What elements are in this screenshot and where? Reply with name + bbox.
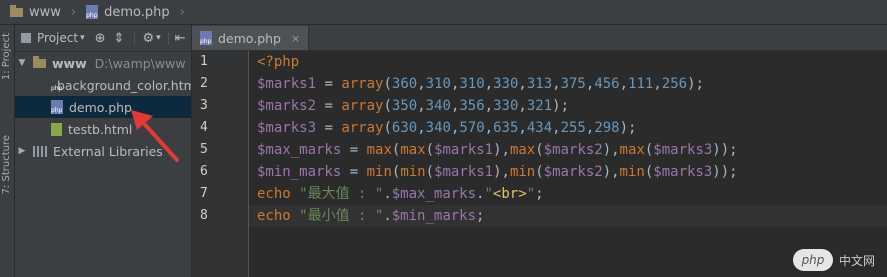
project-view-dropdown[interactable]: Project — [37, 31, 78, 45]
folder-icon — [10, 4, 23, 17]
structure-tool-button[interactable]: 7: Structure — [1, 135, 12, 194]
collapse-icon[interactable]: ⇕ — [114, 31, 125, 46]
line-number: 7 — [200, 186, 208, 201]
tab-label: demo.php — [218, 30, 281, 46]
line-number: 1 — [200, 54, 208, 69]
project-tool-button[interactable]: 1: Project — [1, 33, 12, 80]
tree-item-project-root[interactable]: ▼ www D:\wamp\www — [15, 52, 191, 74]
annotation-arrow — [131, 110, 179, 162]
code-line[interactable]: <?php — [249, 51, 887, 73]
hide-panel-icon[interactable]: ⇤ — [175, 31, 186, 46]
line-number: 8 — [200, 208, 208, 223]
close-icon[interactable]: × — [291, 32, 300, 45]
line-number: 5 — [200, 142, 208, 157]
toolbar-divider: | — [132, 31, 137, 45]
tool-window-stripe: 1: Project 7: Structure — [0, 25, 15, 277]
tree-item-label: www — [52, 55, 87, 71]
code-editor: php demo.php × 1 2 3 4 5 6 7 8 <?php $ma… — [192, 25, 887, 277]
tree-item-path: D:\wamp\www — [94, 55, 186, 71]
tree-item-label: demo.php — [69, 99, 132, 115]
watermark: php 中文网 — [792, 249, 875, 271]
library-icon — [33, 145, 47, 157]
chevron-down-icon[interactable]: ▾ — [156, 33, 161, 43]
code-line-current[interactable]: echo "最小值 : ".$min_marks; — [249, 205, 887, 227]
navigation-bar: www › php demo.php › — [0, 0, 887, 25]
php-file-icon: php — [51, 100, 63, 114]
breadcrumb-project[interactable]: www — [0, 0, 65, 24]
expand-arrow-icon[interactable]: ▼ — [17, 58, 27, 68]
tree-item-label: background_color.html — [57, 77, 192, 93]
breadcrumb-file[interactable]: php demo.php — [82, 0, 174, 24]
breadcrumb-project-label: www — [29, 4, 61, 20]
code-line[interactable]: $min_marks = min(min($marks1),min($marks… — [249, 161, 887, 183]
html-file-icon — [51, 122, 62, 136]
breadcrumb-file-label: demo.php — [104, 4, 170, 20]
tree-item-file[interactable]: php background_color.html — [15, 74, 191, 96]
line-number: 3 — [200, 98, 208, 113]
code-line[interactable]: $marks2 = array(350,340,356,330,321); — [249, 95, 887, 117]
watermark-logo: php — [792, 249, 833, 271]
chevron-down-icon[interactable]: ▾ — [80, 33, 85, 43]
php-file-icon: php — [200, 31, 212, 45]
tree-item-label: testb.html — [68, 121, 133, 137]
line-number-gutter: 1 2 3 4 5 6 7 8 — [192, 51, 249, 277]
line-number: 4 — [200, 120, 208, 135]
code-line[interactable]: $marks1 = array(360,310,310,330,313,375,… — [249, 73, 887, 95]
folder-icon — [33, 55, 46, 68]
expand-arrow-icon[interactable]: ▶ — [17, 146, 27, 156]
code-line[interactable]: echo "最大值 : ".$max_marks."<br>"; — [249, 183, 887, 205]
project-toolbar: Project ▾ ⊕ ⇕ | ⚙ ▾ | ⇤ — [15, 25, 191, 52]
php-file-icon: php — [86, 5, 99, 19]
line-number: 6 — [200, 164, 208, 179]
editor-tab-bar: php demo.php × — [192, 25, 887, 51]
project-view-icon — [21, 33, 31, 43]
gear-icon[interactable]: ⚙ — [142, 31, 154, 46]
target-icon[interactable]: ⊕ — [95, 31, 106, 46]
code-line[interactable]: $marks3 = array(630,340,570,635,434,255,… — [249, 117, 887, 139]
tab-demo-php[interactable]: php demo.php × — [192, 26, 310, 50]
watermark-text: 中文网 — [838, 253, 875, 268]
line-number: 2 — [200, 76, 208, 91]
code-area[interactable]: <?php $marks1 = array(360,310,310,330,31… — [249, 51, 887, 277]
breadcrumb-separator: › — [70, 4, 77, 20]
breadcrumb-separator: › — [179, 4, 185, 20]
code-line[interactable]: $max_marks = max(max($marks1),max($marks… — [249, 139, 887, 161]
toolbar-divider: | — [166, 31, 171, 45]
